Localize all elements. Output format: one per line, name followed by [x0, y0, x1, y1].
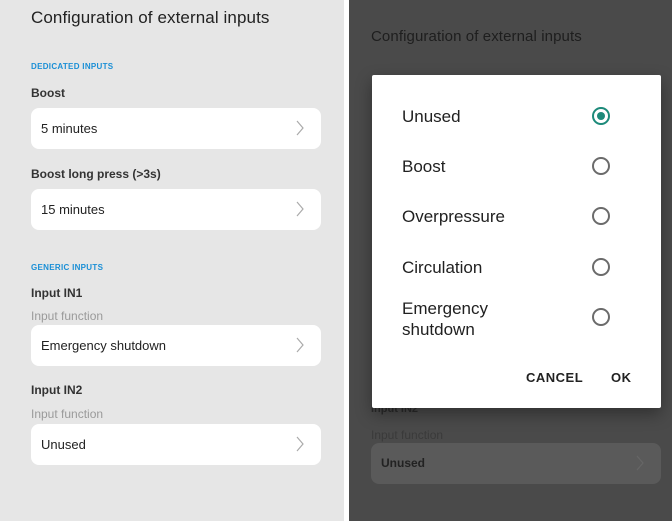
- chevron-right-icon: [296, 436, 304, 452]
- radio-icon[interactable]: [592, 308, 610, 326]
- boost-long-value: 15 minutes: [41, 202, 105, 217]
- boost-long-label: Boost long press (>3s): [31, 167, 161, 181]
- in2-value: Unused: [41, 437, 86, 452]
- chevron-right-icon: [636, 455, 644, 471]
- boost-select[interactable]: 5 minutes: [31, 108, 321, 149]
- chevron-right-icon: [296, 201, 304, 217]
- in1-value: Emergency shutdown: [41, 338, 167, 353]
- radio-icon[interactable]: [592, 258, 610, 276]
- option-overpressure[interactable]: Overpressure: [372, 195, 661, 239]
- in2-function-select: Unused: [371, 443, 661, 484]
- boost-long-select[interactable]: 15 minutes: [31, 189, 321, 230]
- option-unused[interactable]: Unused: [372, 95, 661, 139]
- option-boost[interactable]: Boost: [372, 145, 661, 189]
- option-label: Circulation: [402, 258, 483, 277]
- ok-button[interactable]: OK: [611, 370, 632, 385]
- section-header-dedicated: DEDICATED INPUTS: [31, 62, 114, 71]
- radio-icon[interactable]: [592, 157, 610, 175]
- option-label: Unused: [402, 107, 461, 126]
- in2-sublabel: Input function: [31, 407, 104, 421]
- in2-value: Unused: [381, 456, 426, 470]
- in1-function-select[interactable]: Emergency shutdown: [31, 325, 321, 366]
- dialog-actions: CANCEL OK: [372, 370, 661, 390]
- radio-icon[interactable]: [592, 207, 610, 225]
- in1-label: Input IN1: [31, 286, 83, 300]
- page-title: Configuration of external inputs: [371, 28, 582, 45]
- in2-sublabel: Input function: [371, 428, 444, 442]
- in2-label: Input IN2: [31, 383, 83, 397]
- input-function-dialog: Unused Boost Overpressure Circulation Em…: [372, 75, 661, 408]
- page-title: Configuration of external inputs: [31, 8, 270, 27]
- option-label: Overpressure: [402, 207, 505, 226]
- settings-screen: Configuration of external inputs DEDICAT…: [0, 0, 344, 521]
- boost-label: Boost: [31, 86, 65, 100]
- in1-sublabel: Input function: [31, 309, 104, 323]
- cancel-button[interactable]: CANCEL: [526, 370, 583, 385]
- settings-screen-with-dialog: Configuration of external inputs Input I…: [349, 0, 672, 521]
- option-emergency-shutdown[interactable]: Emergency shutdown: [372, 295, 661, 345]
- chevron-right-icon: [296, 120, 304, 136]
- chevron-right-icon: [296, 337, 304, 353]
- option-circulation[interactable]: Circulation: [372, 246, 661, 290]
- in2-function-select[interactable]: Unused: [31, 424, 321, 465]
- radio-selected-icon[interactable]: [592, 107, 610, 125]
- option-label: Emergency shutdown: [402, 299, 488, 339]
- boost-value: 5 minutes: [41, 121, 98, 136]
- option-label: Boost: [402, 157, 446, 176]
- section-header-generic: GENERIC INPUTS: [31, 263, 104, 272]
